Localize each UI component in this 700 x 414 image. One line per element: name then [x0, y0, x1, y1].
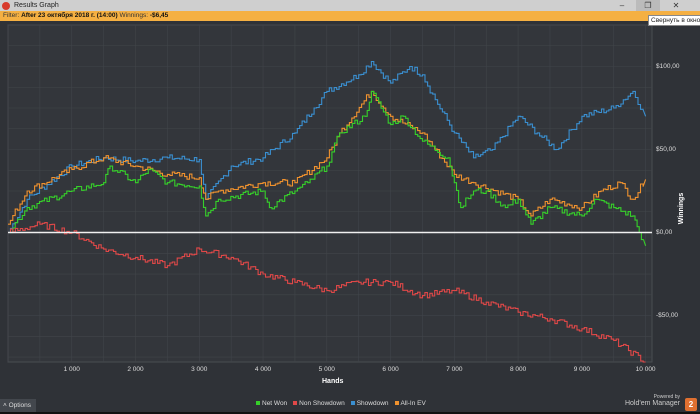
- restore-button[interactable]: ❐: [636, 0, 660, 11]
- title-bar: Results Graph – ❐ ✕: [0, 0, 700, 11]
- minimize-button[interactable]: –: [610, 0, 634, 11]
- legend-non-showdown[interactable]: Non Showdown: [293, 400, 345, 407]
- x-tick-label: 3 000: [191, 366, 208, 373]
- branding: Powered by Hold'em Manager: [624, 394, 680, 407]
- plot-area: [7, 24, 653, 363]
- x-tick-label: 6 000: [382, 366, 399, 373]
- legend: Net Won Non Showdown Showdown All-In EV: [256, 400, 426, 407]
- app-icon: [2, 1, 10, 10]
- x-tick-label: 5 000: [318, 366, 335, 373]
- legend-showdown[interactable]: Showdown: [350, 400, 389, 407]
- x-tick-label: 8 000: [509, 366, 527, 373]
- y-tick-label: -$50,00: [656, 311, 679, 319]
- filter-value: After 23 октября 2018 г. (14:00): [21, 12, 118, 19]
- x-tick-label: 9 000: [573, 366, 590, 373]
- y-tick-label: $50,00: [656, 145, 676, 153]
- winnings-label: Winnings:: [119, 12, 149, 19]
- y-tick-label: $100,00: [656, 62, 680, 70]
- options-button[interactable]: ˄ Options: [0, 399, 36, 412]
- filter-bar: Filter: After 23 октября 2018 г. (14:00)…: [0, 11, 700, 21]
- x-tick-label: 7 000: [446, 366, 463, 373]
- x-axis-title: Hands: [322, 378, 344, 385]
- x-tick-label: 2 000: [127, 366, 144, 373]
- legend-net-won[interactable]: Net Won: [256, 400, 287, 407]
- close-button[interactable]: ✕: [664, 0, 688, 11]
- x-tick-label: 10 000: [635, 366, 656, 373]
- x-tick-label: 4 000: [254, 366, 272, 373]
- restore-tooltip: Свернуть в окно: [648, 15, 700, 26]
- legend-all-in-ev[interactable]: All-In EV: [394, 400, 426, 407]
- y-axis-title: Winnings: [678, 192, 686, 225]
- filter-label: Filter:: [3, 12, 20, 19]
- y-tick-label: $0,00: [656, 228, 673, 236]
- holdem-manager-logo: 2: [685, 398, 697, 411]
- x-tick-label: 1 000: [63, 366, 80, 373]
- results-chart: [7, 24, 653, 363]
- window-title: Results Graph: [14, 2, 59, 9]
- winnings-value: -$6,45: [149, 12, 169, 19]
